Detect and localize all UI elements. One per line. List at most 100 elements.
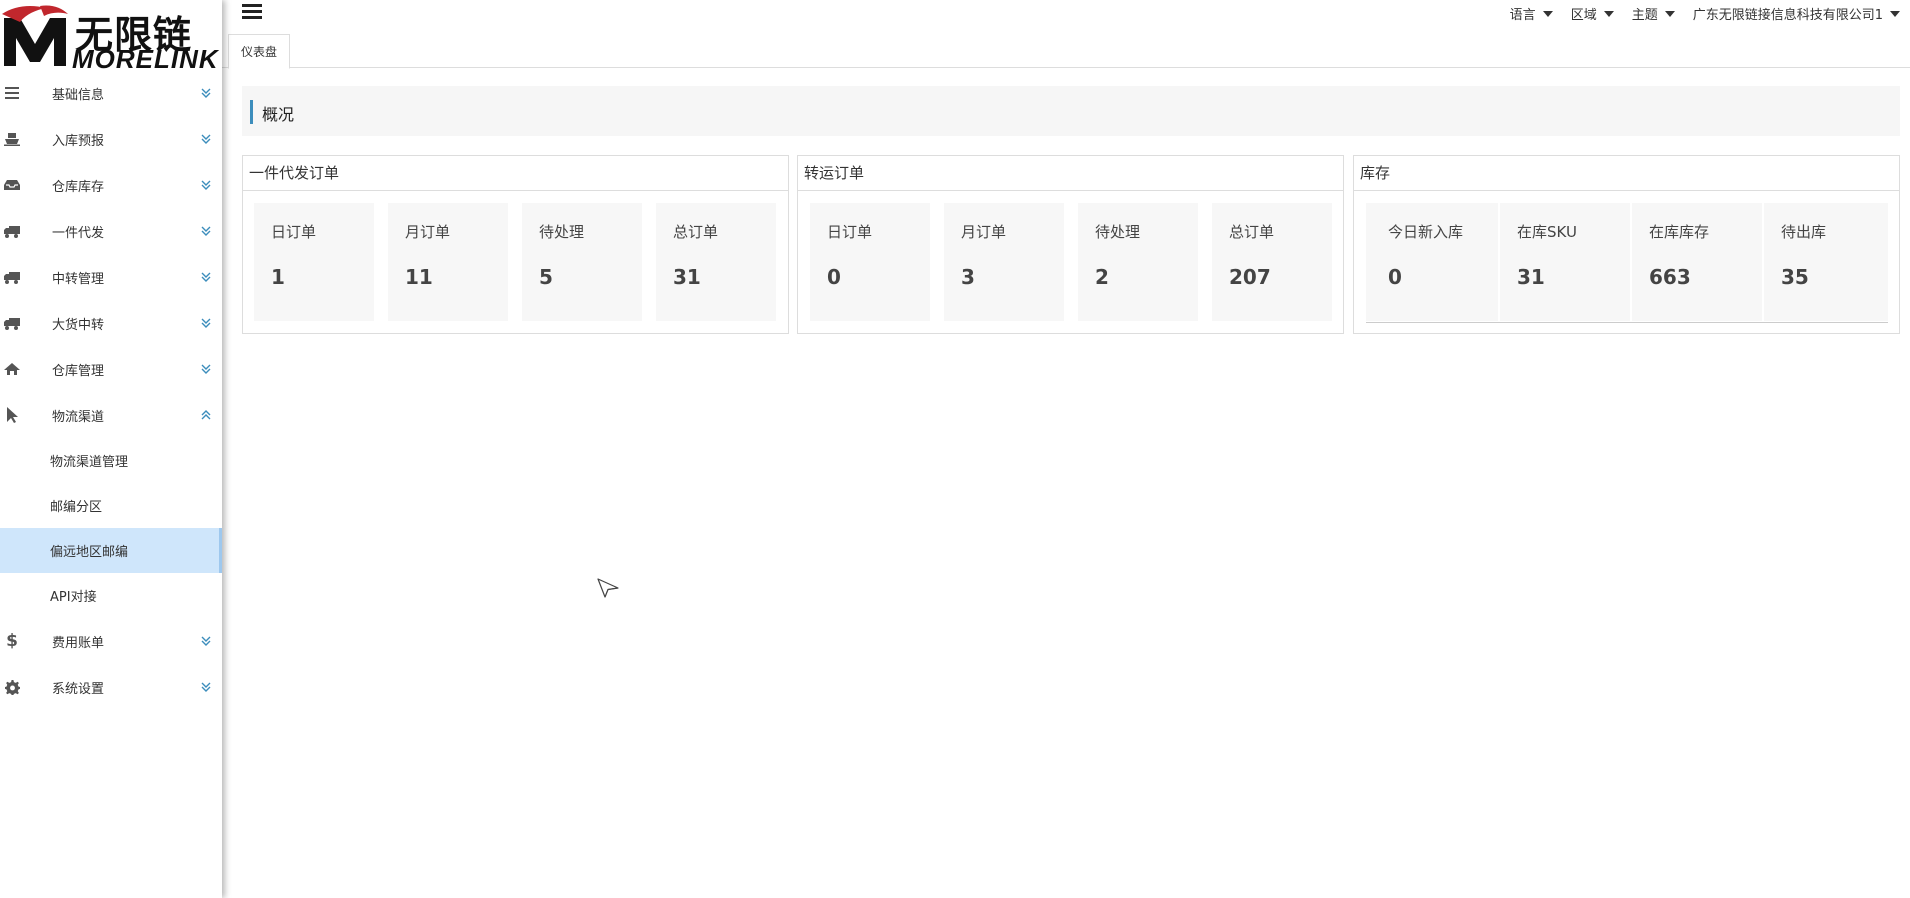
dollar-icon: $: [6, 631, 18, 651]
double-chevron-down-icon: [201, 636, 211, 646]
sidebar-subitem-zip-zones[interactable]: 邮编分区: [0, 483, 222, 528]
stat-label: 日订单: [827, 223, 873, 241]
truck-icon: [4, 223, 20, 239]
double-chevron-down-icon: [201, 272, 211, 282]
sidebar-item-label: 一件代发: [52, 225, 105, 241]
panel-inventory: 库存 今日新入库 0 在库SKU 31 在库库存 663 待出库 35: [1353, 155, 1900, 334]
tab-dashboard[interactable]: 仪表盘: [228, 34, 291, 69]
language-dropdown[interactable]: 语言: [1510, 4, 1553, 23]
panel-transit-orders: 转运订单 日订单 0 月订单 3 待处理 2 总订单 207: [797, 155, 1344, 334]
caret-down-icon: [1890, 10, 1900, 17]
sidebar-item-inbound-forecast[interactable]: 入库预报: [0, 116, 222, 162]
double-chevron-down-icon: [201, 364, 211, 374]
stat-card[interactable]: 总订单 31: [656, 203, 776, 321]
stat-value: 0: [1388, 265, 1402, 289]
sidebar-subitem-remote-zip[interactable]: 偏远地区邮编: [0, 528, 222, 573]
sidebar-item-label: 费用账单: [52, 635, 105, 651]
double-chevron-up-icon: [201, 410, 211, 420]
stat-card[interactable]: 待处理 5: [522, 203, 642, 321]
stat-label: 日订单: [271, 223, 317, 241]
stat-value: 0: [827, 265, 841, 289]
inbox-icon: [4, 177, 20, 193]
sidebar-item-label: 物流渠道: [52, 409, 105, 425]
sidebar-item-bulk-transit[interactable]: 大货中转: [0, 300, 222, 346]
brand-logo[interactable]: 无限链接 MORELINK: [0, 0, 222, 70]
stat-value: 31: [1517, 265, 1545, 289]
caret-down-icon: [1664, 10, 1675, 17]
stat-value: 207: [1229, 265, 1271, 289]
panel-title: 库存: [1354, 156, 1899, 191]
header-actions: 语言 区域 主题 广东无限链接信息科技有限公司1: [1492, 4, 1900, 23]
sidebar-item-warehouse-stock[interactable]: 仓库库存: [0, 162, 222, 208]
gear-icon: [4, 679, 20, 695]
stat-label: 待处理: [539, 223, 585, 241]
stat-value: 1: [271, 265, 285, 289]
sidebar-item-label: 基础信息: [52, 87, 105, 103]
stat-card[interactable]: 日订单 1: [254, 203, 374, 321]
stat-label: 待出库: [1781, 223, 1827, 241]
section-header: 概况: [242, 86, 1900, 136]
caret-down-icon: [1542, 10, 1553, 17]
stat-card[interactable]: 日订单 0: [810, 203, 930, 321]
panel-title: 一件代发订单: [243, 156, 788, 191]
stat-label: 待处理: [1095, 223, 1141, 241]
panel-dropship-orders: 一件代发订单 日订单 1 月订单 11 待处理 5 总订单 31: [242, 155, 789, 334]
sidebar-subitem-api[interactable]: API对接: [0, 573, 222, 618]
sidebar-item-logistics-channel[interactable]: 物流渠道: [0, 392, 222, 438]
sidebar-item-basic-info[interactable]: 基础信息: [0, 70, 222, 116]
stat-card[interactable]: 在库SKU 31: [1500, 203, 1630, 321]
region-dropdown[interactable]: 区域: [1571, 4, 1614, 23]
stat-value: 5: [539, 265, 553, 289]
ship-icon: [4, 131, 20, 147]
stat-card[interactable]: 待出库 35: [1764, 203, 1888, 321]
sidebar-subitem-channel-management[interactable]: 物流渠道管理: [0, 438, 222, 483]
sidebar: 无限链接 MORELINK 基础信息 入库预报 仓库库存: [0, 0, 222, 898]
stat-card[interactable]: 在库库存 663: [1632, 203, 1762, 321]
stat-card[interactable]: 月订单 3: [944, 203, 1064, 321]
stat-value: 2: [1095, 265, 1109, 289]
sidebar-item-label: 仓库管理: [52, 363, 105, 379]
sidebar-item-system-settings[interactable]: 系统设置: [0, 664, 222, 710]
stat-value: 31: [673, 265, 701, 289]
sidebar-item-billing[interactable]: $ 费用账单: [0, 618, 222, 664]
brand-name-en: MORELINK: [72, 44, 219, 70]
stat-value: 35: [1781, 265, 1809, 289]
sidebar-item-label: 入库预报: [52, 133, 105, 149]
pointer-icon: [4, 407, 20, 423]
stat-label: 总订单: [1229, 223, 1275, 241]
stat-card[interactable]: 待处理 2: [1078, 203, 1198, 321]
stat-label: 月订单: [405, 223, 451, 241]
home-icon: [4, 361, 20, 377]
account-dropdown[interactable]: 广东无限链接信息科技有限公司1: [1693, 4, 1900, 23]
account-label: 广东无限链接信息科技有限公司1: [1692, 8, 1883, 23]
stat-value: 663: [1649, 265, 1691, 289]
stat-value: 11: [405, 265, 433, 289]
double-chevron-down-icon: [201, 134, 211, 144]
double-chevron-down-icon: [201, 318, 211, 328]
stat-card[interactable]: 今日新入库 0: [1366, 203, 1498, 321]
panel-title: 转运订单: [798, 156, 1343, 191]
section-accent: [250, 100, 253, 124]
double-chevron-down-icon: [201, 180, 211, 190]
top-bar: 语言 区域 主题 广东无限链接信息科技有限公司1: [222, 0, 1910, 28]
divider: [1366, 322, 1888, 323]
truck-icon: [4, 315, 20, 331]
stat-card[interactable]: 月订单 11: [388, 203, 508, 321]
theme-dropdown[interactable]: 主题: [1632, 4, 1675, 23]
stat-label: 在库SKU: [1517, 223, 1577, 241]
sidebar-item-label: 中转管理: [52, 271, 105, 287]
stat-label: 月订单: [961, 223, 1007, 241]
sidebar-item-label: 系统设置: [52, 681, 105, 697]
caret-down-icon: [1603, 10, 1614, 17]
region-label: 区域: [1570, 8, 1597, 23]
section-title: 概况: [262, 105, 295, 124]
sidebar-item-dropship[interactable]: 一件代发: [0, 208, 222, 254]
stat-card[interactable]: 总订单 207: [1212, 203, 1332, 321]
language-label: 语言: [1509, 8, 1536, 23]
hamburger-icon[interactable]: [242, 4, 262, 20]
mouse-cursor-icon: [597, 578, 619, 598]
stat-label: 今日新入库: [1388, 223, 1464, 241]
double-chevron-down-icon: [201, 226, 211, 236]
sidebar-item-warehouse-management[interactable]: 仓库管理: [0, 346, 222, 392]
sidebar-item-transit-management[interactable]: 中转管理: [0, 254, 222, 300]
